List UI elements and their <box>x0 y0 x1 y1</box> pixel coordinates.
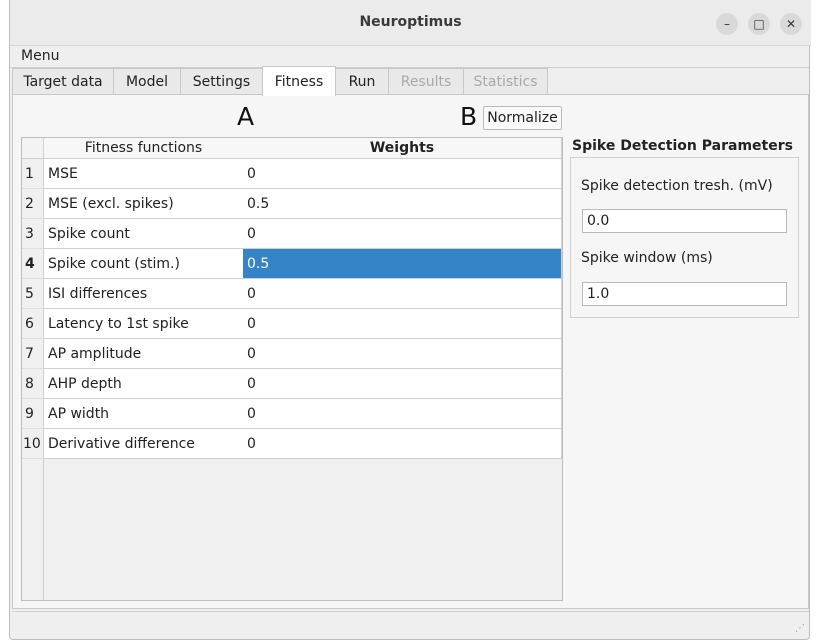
spike-detection-title: Spike Detection Parameters <box>572 138 793 154</box>
table-row[interactable]: 3 Spike count 0 <box>22 219 562 249</box>
column-header-weights[interactable]: Weights <box>243 138 562 159</box>
tab-target-data[interactable]: Target data <box>12 68 114 94</box>
weight-cell[interactable]: 0 <box>243 159 562 189</box>
table-row[interactable]: 1 MSE 0 <box>22 159 562 189</box>
table-row-selected[interactable]: 4 Spike count (stim.) 0.5 <box>22 249 562 279</box>
weight-cell[interactable]: 0 <box>243 339 562 369</box>
row-number[interactable]: 2 <box>22 189 44 219</box>
table-row[interactable]: 9 AP width 0 <box>22 399 562 429</box>
fitness-function-cell[interactable]: MSE <box>44 159 244 189</box>
weight-cell[interactable]: 0 <box>243 369 562 399</box>
fitness-function-cell[interactable]: ISI differences <box>44 279 244 309</box>
row-number[interactable]: 9 <box>22 399 44 429</box>
fitness-table: Fitness functions Weights 1 MSE 0 2 MSE … <box>21 137 563 601</box>
resize-grip-icon[interactable]: ⋰ <box>795 623 805 634</box>
normalize-button[interactable]: Normalize <box>483 106 562 130</box>
menu-item-menu[interactable]: Menu <box>21 48 59 64</box>
fitness-function-cell[interactable]: Derivative difference <box>44 429 244 459</box>
tab-results: Results <box>388 68 464 94</box>
threshold-input[interactable] <box>582 209 787 233</box>
row-header-filler <box>22 459 44 600</box>
table-row[interactable]: 6 Latency to 1st spike 0 <box>22 309 562 339</box>
spike-window-input[interactable] <box>582 282 787 306</box>
table-header: Fitness functions Weights <box>22 138 562 159</box>
spike-window-label: Spike window (ms) <box>581 250 713 266</box>
tab-bar: Target data Model Settings Fitness Run R… <box>12 66 807 96</box>
weight-cell[interactable]: 0 <box>243 399 562 429</box>
fitness-function-cell[interactable]: AP amplitude <box>44 339 244 369</box>
menu-bar: Menu <box>10 46 809 68</box>
tab-run[interactable]: Run <box>335 68 389 94</box>
minimize-button[interactable]: – <box>716 13 738 35</box>
weight-cell[interactable]: 0 <box>243 429 562 459</box>
fitness-function-cell[interactable]: MSE (excl. spikes) <box>44 189 244 219</box>
fitness-function-cell[interactable]: Spike count (stim.) <box>44 249 244 279</box>
close-button[interactable]: ✕ <box>780 13 802 35</box>
tab-fitness[interactable]: Fitness <box>262 66 336 96</box>
weight-cell[interactable]: 0 <box>243 309 562 339</box>
fitness-function-cell[interactable]: Latency to 1st spike <box>44 309 244 339</box>
row-number[interactable]: 1 <box>22 159 44 189</box>
annotation-a: A <box>237 102 255 131</box>
weight-cell-selected[interactable]: 0.5 <box>243 249 562 279</box>
table-row[interactable]: 2 MSE (excl. spikes) 0.5 <box>22 189 562 219</box>
threshold-label: Spike detection tresh. (mV) <box>581 178 773 194</box>
tab-settings[interactable]: Settings <box>180 68 263 94</box>
table-row[interactable]: 10 Derivative difference 0 <box>22 429 562 459</box>
fitness-function-cell[interactable]: Spike count <box>44 219 244 249</box>
tab-statistics: Statistics <box>463 68 548 94</box>
row-number[interactable]: 10 <box>22 429 44 459</box>
weight-cell[interactable]: 0 <box>243 219 562 249</box>
column-header-fitness-functions[interactable]: Fitness functions <box>44 138 244 159</box>
table-corner[interactable] <box>22 138 44 159</box>
weight-cell[interactable]: 0 <box>243 279 562 309</box>
minimize-icon: – <box>724 17 730 31</box>
table-row[interactable]: 8 AHP depth 0 <box>22 369 562 399</box>
maximize-button[interactable]: □ <box>748 13 770 35</box>
fitness-function-cell[interactable]: AHP depth <box>44 369 244 399</box>
annotation-b: B <box>460 102 478 131</box>
close-icon: ✕ <box>785 17 797 31</box>
maximize-icon: □ <box>753 17 765 31</box>
table-row[interactable]: 7 AP amplitude 0 <box>22 339 562 369</box>
tab-model[interactable]: Model <box>113 68 181 94</box>
fitness-function-cell[interactable]: AP width <box>44 399 244 429</box>
row-number[interactable]: 4 <box>22 249 44 279</box>
row-number[interactable]: 7 <box>22 339 44 369</box>
row-number[interactable]: 8 <box>22 369 44 399</box>
table-row[interactable]: 5 ISI differences 0 <box>22 279 562 309</box>
row-number[interactable]: 3 <box>22 219 44 249</box>
weight-cell[interactable]: 0.5 <box>243 189 562 219</box>
row-number[interactable]: 6 <box>22 309 44 339</box>
window-title: Neuroptimus <box>359 14 462 30</box>
title-bar: Neuroptimus – □ ✕ <box>10 0 811 46</box>
row-number[interactable]: 5 <box>22 279 44 309</box>
status-bar: ⋰ <box>12 611 809 636</box>
